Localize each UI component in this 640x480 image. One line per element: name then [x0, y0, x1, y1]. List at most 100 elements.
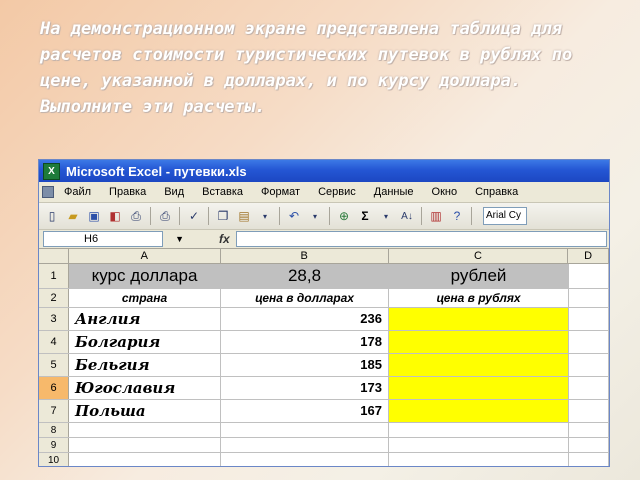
cell-a6[interactable]: Югославия: [69, 377, 221, 399]
cell-c9[interactable]: [389, 438, 569, 452]
cell-d6[interactable]: [569, 377, 609, 399]
cell-a4[interactable]: Болгария: [69, 331, 221, 353]
fx-icon[interactable]: fx: [219, 232, 230, 246]
sort-ascending-icon[interactable]: A↓: [398, 207, 416, 225]
print-preview-icon[interactable]: ⎙: [127, 207, 145, 225]
hyperlink-icon[interactable]: ⊕: [335, 207, 353, 225]
table-row: 10: [39, 453, 609, 466]
paste-dropdown-icon[interactable]: ▾: [256, 207, 274, 225]
toolbar-separator: [208, 207, 209, 225]
undo-icon[interactable]: ↶: [285, 207, 303, 225]
undo-dropdown-icon[interactable]: ▾: [306, 207, 324, 225]
cell-c4[interactable]: [389, 331, 569, 353]
menu-tools[interactable]: Сервис: [309, 182, 365, 202]
column-header-b[interactable]: B: [221, 249, 389, 263]
cell-c5[interactable]: [389, 354, 569, 376]
row-header[interactable]: 8: [39, 423, 69, 437]
menu-view[interactable]: Вид: [155, 182, 193, 202]
row-header[interactable]: 4: [39, 331, 69, 353]
menu-edit[interactable]: Правка: [100, 182, 155, 202]
cell-d8[interactable]: [569, 423, 609, 437]
cell-b2[interactable]: цена в долларах: [221, 289, 389, 307]
help-icon[interactable]: ?: [448, 207, 466, 225]
cell-a7[interactable]: Польша: [69, 400, 221, 422]
open-icon[interactable]: ▰: [64, 207, 82, 225]
row-header[interactable]: 5: [39, 354, 69, 376]
menu-insert[interactable]: Вставка: [193, 182, 252, 202]
cell-b10[interactable]: [221, 453, 389, 466]
excel-window[interactable]: X Microsoft Excel - путевки.xls Файл Пра…: [38, 159, 610, 467]
formula-input[interactable]: [235, 231, 607, 247]
toolbar-separator: [471, 207, 472, 225]
cell-c3[interactable]: [389, 308, 569, 330]
cell-a2[interactable]: страна: [69, 289, 221, 307]
font-name-select[interactable]: Arial Cy: [483, 207, 527, 225]
name-box-dropdown-icon[interactable]: ▼: [175, 232, 184, 246]
worksheet-grid: A B C D 1 курс доллара 28,8 рублей 2 стр…: [39, 249, 609, 466]
paste-icon[interactable]: ▤: [235, 207, 253, 225]
menu-grip-icon[interactable]: [41, 184, 55, 200]
cell-d7[interactable]: [569, 400, 609, 422]
cell-d1[interactable]: [569, 264, 609, 288]
row-header[interactable]: 3: [39, 308, 69, 330]
column-header-c[interactable]: C: [389, 249, 569, 263]
cell-a1[interactable]: курс доллара: [69, 264, 221, 288]
cell-b1[interactable]: 28,8: [221, 264, 389, 288]
row-header[interactable]: 2: [39, 289, 69, 307]
cell-c6[interactable]: [389, 377, 569, 399]
table-row: 4 Болгария 178: [39, 331, 609, 354]
autosum-icon[interactable]: Σ: [356, 207, 374, 225]
cell-d9[interactable]: [569, 438, 609, 452]
cell-d10[interactable]: [569, 453, 609, 466]
title-bar[interactable]: X Microsoft Excel - путевки.xls: [39, 160, 609, 182]
row-header-selected[interactable]: 6: [39, 377, 69, 399]
cell-c1[interactable]: рублей: [389, 264, 569, 288]
row-header[interactable]: 7: [39, 400, 69, 422]
name-box[interactable]: H6 ▼: [43, 231, 184, 247]
menu-help[interactable]: Справка: [466, 182, 527, 202]
cell-d2[interactable]: [569, 289, 609, 307]
cell-c10[interactable]: [389, 453, 569, 466]
cell-d3[interactable]: [569, 308, 609, 330]
row-header[interactable]: 10: [39, 453, 69, 466]
cell-d4[interactable]: [569, 331, 609, 353]
cell-c2[interactable]: цена в рублях: [389, 289, 569, 307]
menu-window[interactable]: Окно: [423, 182, 467, 202]
row-header[interactable]: 9: [39, 438, 69, 452]
cell-b3[interactable]: 236: [221, 308, 389, 330]
copy-icon[interactable]: ❐: [214, 207, 232, 225]
cell-a8[interactable]: [69, 423, 221, 437]
cell-a3[interactable]: Англия: [69, 308, 221, 330]
chart-wizard-icon[interactable]: ▥: [427, 207, 445, 225]
cell-b8[interactable]: [221, 423, 389, 437]
toolbar-separator: [329, 207, 330, 225]
cell-b5[interactable]: 185: [221, 354, 389, 376]
cell-a5[interactable]: Бельгия: [69, 354, 221, 376]
cell-b6[interactable]: 173: [221, 377, 389, 399]
save-icon[interactable]: ▣: [85, 207, 103, 225]
column-header-d[interactable]: D: [568, 249, 609, 263]
cell-b4[interactable]: 178: [221, 331, 389, 353]
column-header-a[interactable]: A: [69, 249, 221, 263]
cell-c8[interactable]: [389, 423, 569, 437]
cell-a10[interactable]: [69, 453, 221, 466]
permission-icon[interactable]: ◧: [106, 207, 124, 225]
table-row: 2 страна цена в долларах цена в рублях: [39, 289, 609, 308]
toolbar-separator: [179, 207, 180, 225]
row-header[interactable]: 1: [39, 264, 69, 288]
cell-a9[interactable]: [69, 438, 221, 452]
cell-c7[interactable]: [389, 400, 569, 422]
spellcheck-icon[interactable]: ✓: [185, 207, 203, 225]
autosum-dropdown-icon[interactable]: ▾: [377, 207, 395, 225]
cell-b9[interactable]: [221, 438, 389, 452]
menu-format[interactable]: Формат: [252, 182, 309, 202]
cell-d5[interactable]: [569, 354, 609, 376]
new-icon[interactable]: ▯: [43, 207, 61, 225]
select-all-corner[interactable]: [39, 249, 69, 263]
excel-icon: X: [43, 162, 60, 180]
table-row: 1 курс доллара 28,8 рублей: [39, 264, 609, 289]
menu-file[interactable]: Файл: [55, 182, 100, 202]
menu-data[interactable]: Данные: [365, 182, 423, 202]
print-icon[interactable]: ⎙: [156, 207, 174, 225]
cell-b7[interactable]: 167: [221, 400, 389, 422]
